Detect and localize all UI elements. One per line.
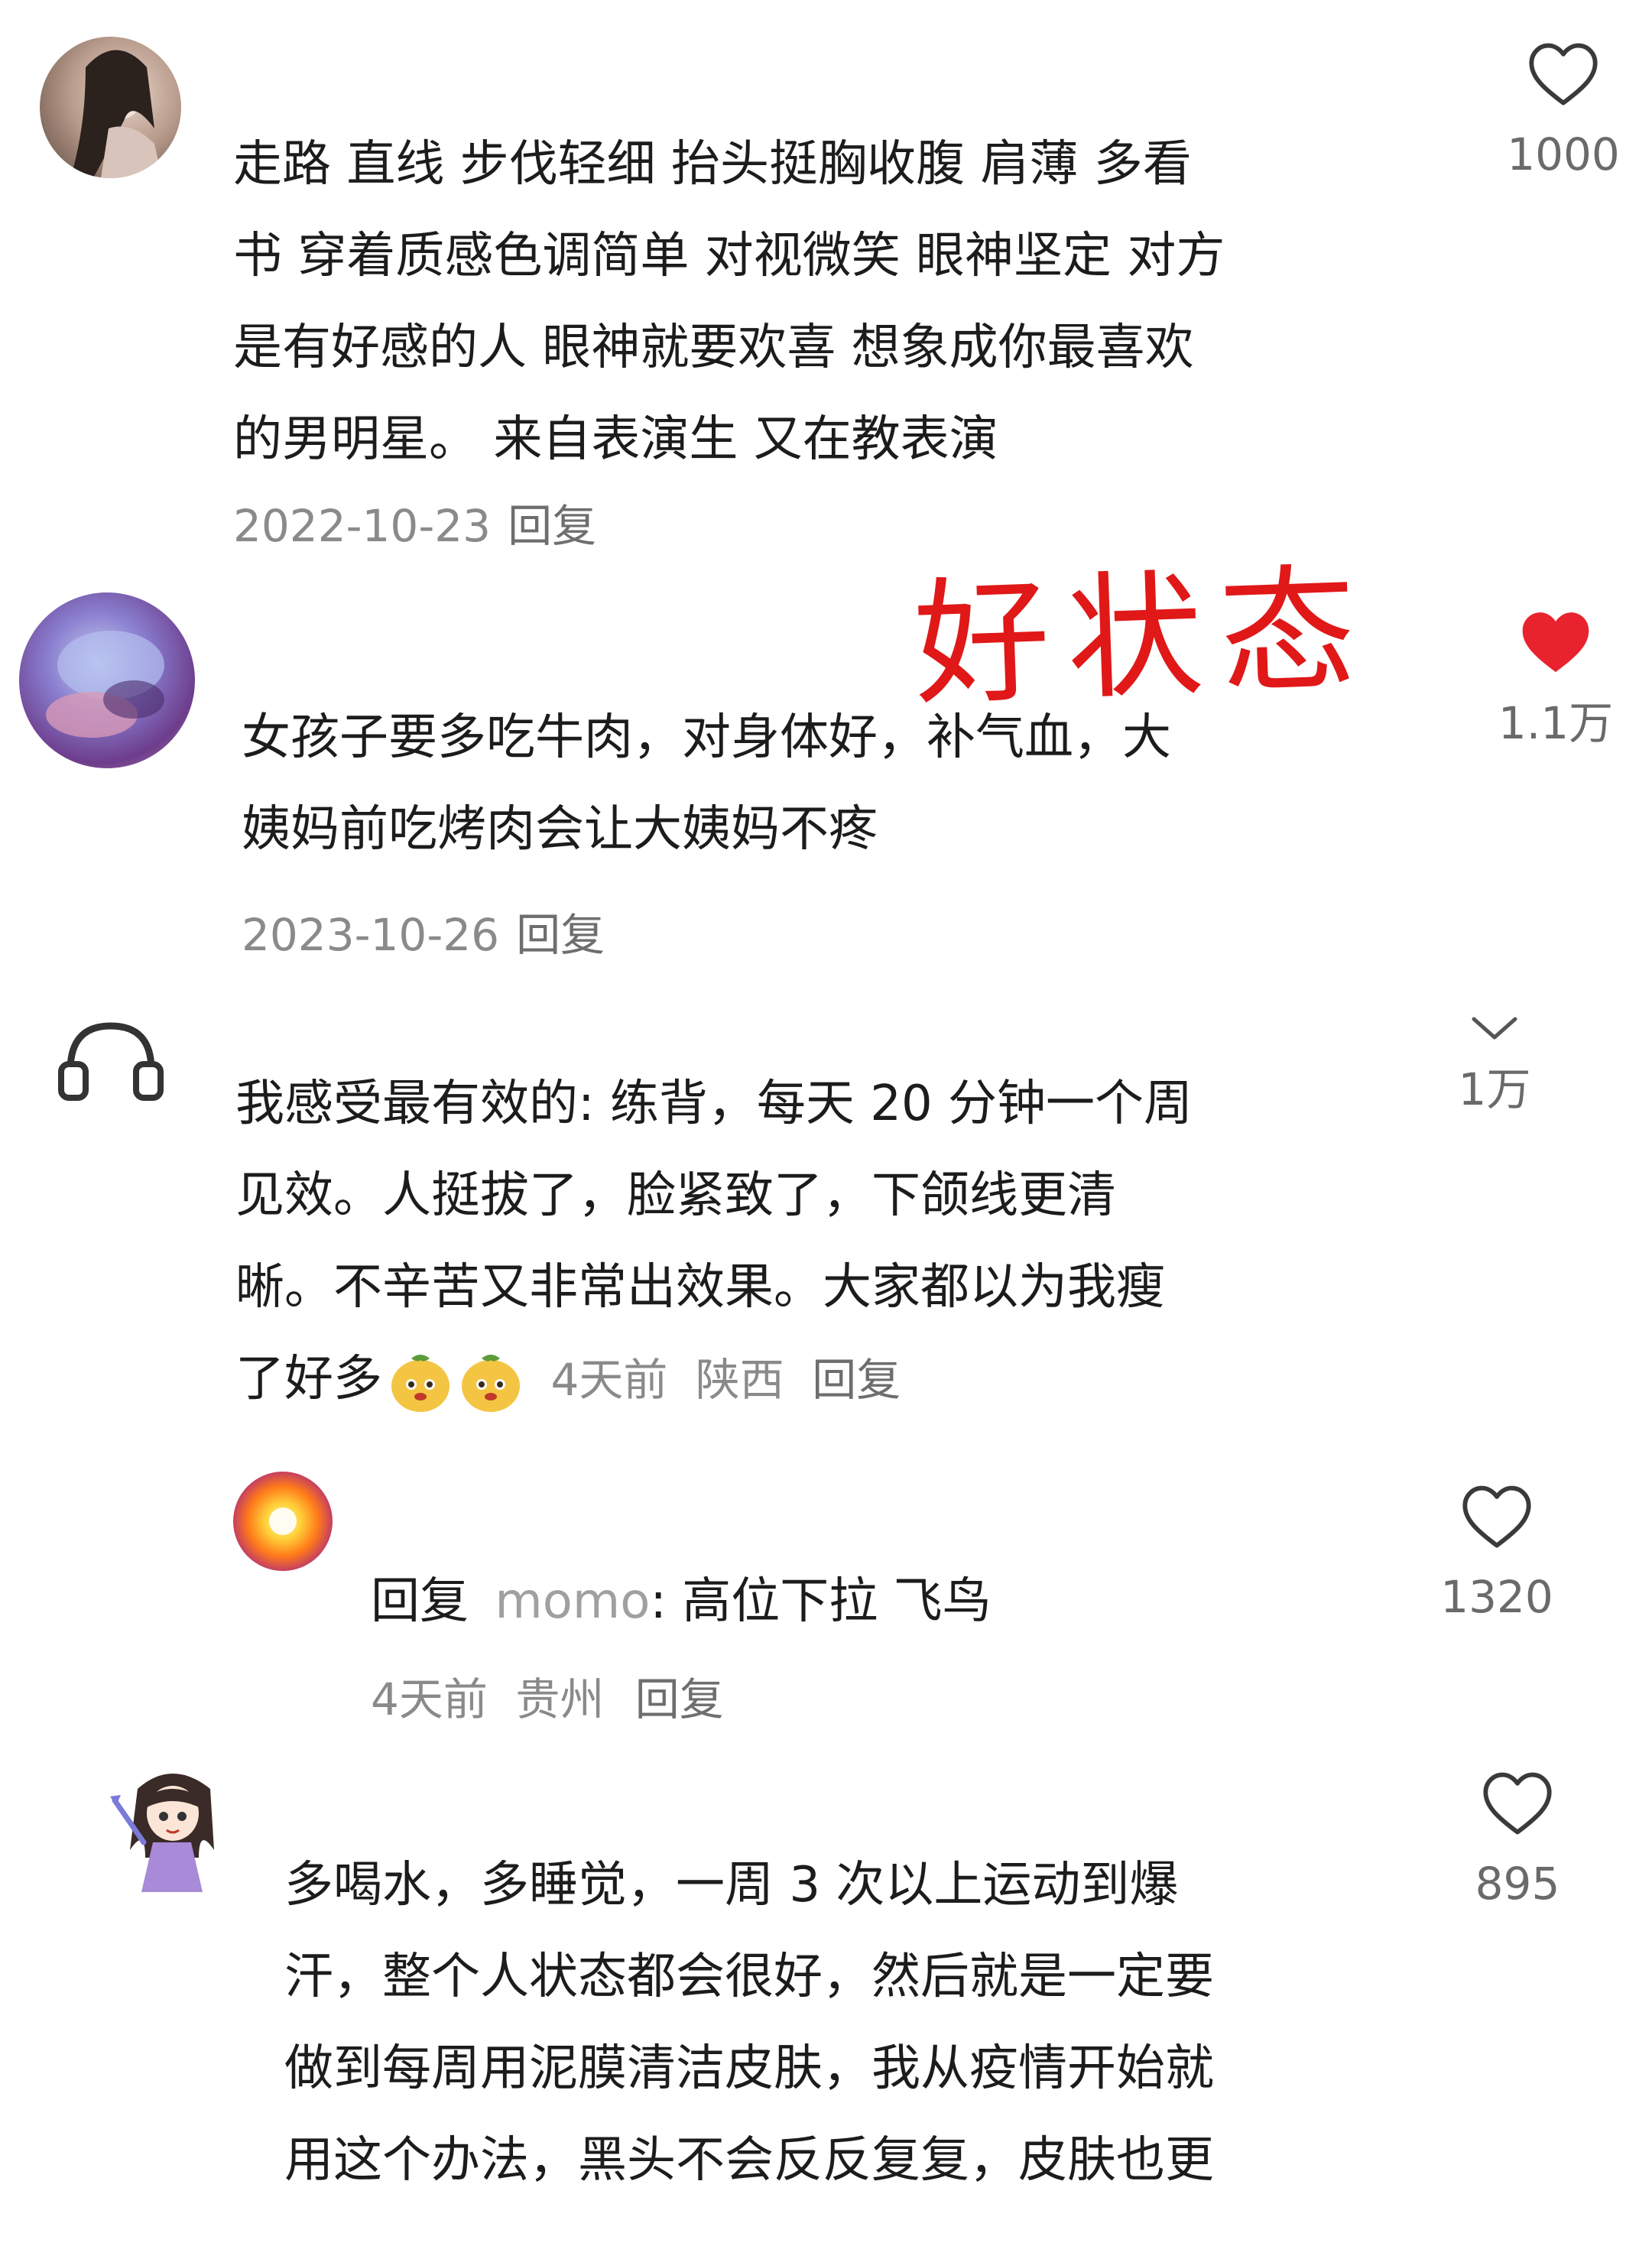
avatar[interactable]: [54, 1017, 168, 1101]
reply-prefix: 回复: [371, 1573, 469, 1630]
comment-line: 姨妈前吃烤肉会让大姨妈不疼: [242, 801, 878, 858]
like-count: 1.1万: [1498, 697, 1614, 749]
comment-date: 2022-10-23: [233, 500, 492, 552]
like-count: 1000: [1507, 128, 1620, 180]
avatar[interactable]: [107, 1758, 237, 1896]
comment-date: 2023-10-26: [242, 909, 500, 961]
like-count: 1万: [1458, 1063, 1531, 1115]
like-button[interactable]: 1万: [1395, 1013, 1594, 1120]
like-button[interactable]: 1320: [1397, 1479, 1596, 1628]
mango-face-emoji-icon: [462, 1355, 520, 1413]
like-count: 1320: [1440, 1571, 1553, 1623]
reply-button[interactable]: 回复: [812, 1354, 901, 1406]
comment-text: 回复 momo: 高位下拉 飞鸟: [371, 1556, 992, 1647]
avatar[interactable]: [233, 1472, 333, 1571]
comment-meta: 2023-10-26 回复: [242, 904, 605, 966]
comment-meta: 2022-10-23 回复: [233, 495, 596, 557]
comment-text: 我感受最有效的: 练背，每天 20 分钟一个周 见效。人挺拔了，脸紧致了，下颌线…: [235, 1058, 1193, 1425]
comment-line: 的男明星。 来自表演生 又在教表演: [233, 411, 998, 468]
comment-line: 晰。不辛苦又非常出效果。大家都以为我瘦: [235, 1259, 1165, 1316]
comment-line: 多喝水，多睡觉，一周 3 次以上运动到爆: [284, 1857, 1179, 1913]
like-button[interactable]: 1000: [1464, 37, 1652, 185]
headphones-icon: [58, 1022, 164, 1101]
comment-text: 走路 直线 步伐轻细 抬头挺胸收腹 肩薄 多看 书 穿着质感色调简单 对视微笑 …: [233, 118, 1225, 485]
comment-text: 女孩子要多吃牛肉，对身体好，补气血，大 姨妈前吃烤肉会让大姨妈不疼: [242, 692, 1171, 875]
comment-time: 4天前: [371, 1673, 488, 1725]
comment-meta: 4天前 陕西 回复: [537, 1354, 901, 1406]
reply-button[interactable]: 回复: [508, 500, 596, 552]
comment-line: 用这个办法，黑头不会反反复复，皮肤也更: [284, 2132, 1214, 2189]
comment-line: 书 穿着质感色调简单 对视微笑 眼神坚定 对方: [233, 228, 1225, 284]
comment-text: 多喝水，多睡觉，一周 3 次以上运动到爆 汗，整个人状态都会很好，然后就是一定要…: [284, 1839, 1214, 2206]
mango-face-emoji-icon: [391, 1355, 450, 1413]
comment-line: 汗，整个人状态都会很好，然后就是一定要: [284, 1949, 1214, 2005]
comment-line: 了好多 4天前 陕西 回复: [235, 1333, 1193, 1425]
comment-line-text: 了好多: [235, 1351, 382, 1407]
reply-button[interactable]: 回复: [516, 909, 605, 961]
comment-meta: 4天前 贵州 回复: [371, 1669, 724, 1730]
comment-location: 贵州: [515, 1673, 605, 1725]
heart-outline-icon: [1462, 1485, 1531, 1548]
avatar-portrait-icon: [70, 50, 162, 178]
comment-line: 是有好感的人 眼神就要欢喜 想象成你最喜欢: [233, 320, 1194, 376]
like-count: 895: [1475, 1858, 1560, 1910]
like-button[interactable]: 895: [1418, 1766, 1617, 1914]
heart-outline-icon: [1529, 43, 1598, 105]
avatar-abstract-icon: [46, 631, 164, 738]
comment-line: 见效。人挺拔了，脸紧致了，下颌线更清: [235, 1167, 1116, 1224]
comment-line: 女孩子要多吃牛肉，对身体好，补气血，大: [242, 709, 1171, 766]
chevron-down-icon: [1472, 1017, 1517, 1040]
avatar[interactable]: [19, 592, 195, 768]
comment-time: 4天前: [550, 1354, 668, 1406]
reply-text: : 高位下拉 飞鸟: [650, 1573, 992, 1630]
reply-button[interactable]: 回复: [635, 1673, 724, 1725]
avatar[interactable]: [40, 37, 181, 178]
comment-location: 陕西: [695, 1354, 784, 1406]
comment-line: 我感受最有效的: 练背，每天 20 分钟一个周: [235, 1076, 1193, 1132]
avatar-burst-icon: [269, 1508, 297, 1535]
comment-line: 做到每周用泥膜清洁皮肤，我从疫情开始就: [284, 2040, 1214, 2097]
comment-line: 走路 直线 步伐轻细 抬头挺胸收腹 肩薄 多看: [233, 136, 1192, 193]
like-button[interactable]: 1.1万: [1456, 604, 1652, 754]
heart-outline-icon: [1483, 1772, 1552, 1835]
heart-filled-icon: [1522, 612, 1589, 673]
cartoon-girl-avatar-icon: [110, 1774, 214, 1892]
reply-username[interactable]: momo: [495, 1573, 650, 1630]
